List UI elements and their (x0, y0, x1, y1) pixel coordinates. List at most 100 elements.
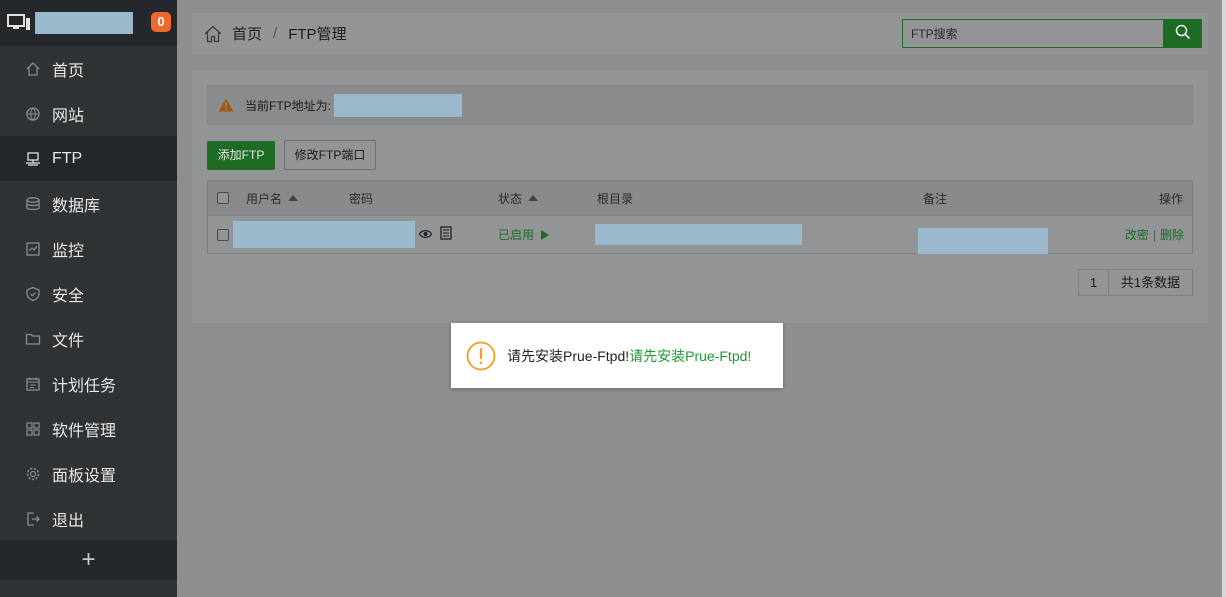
sidebar-item-logout[interactable]: 退出 (0, 496, 177, 541)
column-root-dir: 根目录 (597, 181, 633, 215)
sidebar-item-software[interactable]: 软件管理 (0, 406, 177, 451)
column-actions: 操作 (1159, 181, 1183, 215)
status-cell[interactable]: 已启用 (498, 216, 550, 253)
database-icon (24, 195, 42, 213)
gear-icon (24, 465, 42, 483)
column-remark: 备注 (923, 181, 947, 215)
window-scrollbar[interactable] (1222, 0, 1226, 597)
sidebar-item-label: 首页 (52, 62, 85, 80)
remark-masked[interactable] (918, 227, 1048, 254)
top-bar: 首页 / FTP管理 (192, 13, 1208, 54)
sidebar-item-label: 软件管理 (52, 422, 117, 440)
sidebar-menu: 首页 网站 FTP 数据库 监控 安全 文件 计划任务 软件管理 面板设置 退出 (0, 46, 177, 541)
delete-link[interactable]: 删除 (1160, 226, 1184, 243)
breadcrumb-separator: / (273, 25, 278, 42)
ftp-table: 用户名 密码 状态 根目录 备注 操作 已启用 改密 | 删除 (207, 180, 1193, 254)
sidebar-item-ftp[interactable]: FTP (0, 136, 177, 181)
table-header: 用户名 密码 状态 根目录 备注 操作 (208, 181, 1192, 216)
sidebar-item-label: 监控 (52, 242, 85, 260)
search-button[interactable] (1164, 19, 1202, 48)
column-username[interactable]: 用户名 (246, 181, 299, 215)
toast-message: 请先安装Prue-Ftpd! 请先安装Prue-Ftpd! (451, 323, 783, 388)
sidebar-add-button[interactable]: + (0, 540, 177, 580)
column-password: 密码 (349, 181, 373, 215)
action-divider: | (1152, 227, 1156, 242)
sidebar-item-label: 文件 (52, 332, 85, 350)
sidebar-header: 0 (0, 0, 177, 46)
ftp-address-label: 当前FTP地址为: (245, 98, 331, 113)
column-label: 操作 (1158, 191, 1183, 206)
sidebar-item-settings[interactable]: 面板设置 (0, 451, 177, 496)
computer-icon (7, 13, 33, 33)
column-label: 密码 (349, 191, 374, 206)
server-ip-masked (35, 12, 133, 34)
ftp-icon (24, 150, 42, 168)
sidebar-item-label: 数据库 (52, 197, 101, 215)
home-icon[interactable] (203, 24, 223, 44)
search-input[interactable] (902, 19, 1164, 48)
sidebar-item-label: 退出 (52, 512, 85, 530)
sidebar-item-home[interactable]: 首页 (0, 46, 177, 91)
sort-up-icon (528, 195, 539, 201)
calendar-icon (24, 375, 42, 393)
change-password-link[interactable]: 改密 (1125, 226, 1149, 243)
change-ftp-port-button[interactable]: 修改FTP端口 (284, 140, 376, 170)
apps-icon (24, 420, 42, 438)
toast-text: 请先安装Prue-Ftpd! (507, 347, 630, 364)
username-cell (233, 216, 415, 253)
row-select-cell (217, 216, 229, 253)
sidebar-item-files[interactable]: 文件 (0, 316, 177, 361)
total-count: 共1条数据 (1120, 275, 1181, 290)
sidebar-item-security[interactable]: 安全 (0, 271, 177, 316)
root-dir-cell (595, 216, 802, 253)
password-cell (418, 216, 452, 253)
sidebar-item-label: 安全 (52, 287, 85, 305)
monitor-icon (24, 240, 42, 258)
actions-cell: 改密 | 删除 (1125, 216, 1184, 253)
select-all-checkbox[interactable] (217, 192, 229, 204)
toast-text-highlight: 请先安装Prue-Ftpd! (629, 347, 752, 364)
home-icon (24, 60, 42, 78)
breadcrumb: 首页 / FTP管理 (192, 23, 347, 44)
status-text: 已启用 (498, 228, 535, 242)
row-checkbox[interactable] (217, 228, 229, 241)
sidebar-item-label: 网站 (52, 107, 85, 125)
logout-icon (24, 510, 42, 528)
ftp-address-masked (334, 93, 462, 117)
column-label: 状态 (498, 191, 523, 206)
folder-icon (24, 330, 42, 348)
pagination: 1 共1条数据 (1078, 269, 1193, 296)
column-label: 用户名 (246, 191, 283, 206)
sidebar-item-website[interactable]: 网站 (0, 91, 177, 136)
eye-icon[interactable] (418, 228, 433, 242)
username-masked (233, 221, 415, 248)
sort-up-icon (288, 195, 299, 201)
column-label: 根目录 (597, 191, 634, 206)
column-status[interactable]: 状态 (498, 181, 539, 215)
ftp-search (902, 19, 1202, 48)
sidebar-item-label: FTP (52, 149, 83, 167)
sidebar-item-database[interactable]: 数据库 (0, 181, 177, 226)
ftp-address-notice: 当前FTP地址为: (207, 85, 1193, 125)
sidebar-item-label: 计划任务 (52, 377, 117, 395)
notification-badge[interactable]: 0 (151, 12, 171, 32)
select-all-cell (217, 181, 229, 215)
shield-icon (24, 285, 42, 303)
sidebar-item-monitor[interactable]: 监控 (0, 226, 177, 271)
sidebar: 0 首页 网站 FTP 数据库 监控 安全 文件 计划任务 软件管理 面板设置 … (0, 0, 177, 597)
warning-icon (218, 98, 234, 112)
page-number[interactable]: 1 (1079, 270, 1109, 295)
root-dir-masked[interactable] (595, 224, 802, 245)
copy-icon[interactable] (440, 226, 452, 243)
globe-icon (24, 105, 42, 123)
main-panel: 当前FTP地址为: 添加FTP 修改FTP端口 用户名 密码 状态 根目录 备注… (192, 70, 1208, 323)
column-label: 备注 (923, 191, 948, 206)
sidebar-item-label: 面板设置 (52, 467, 117, 485)
remark-cell (918, 216, 1048, 254)
play-icon (541, 229, 550, 240)
sidebar-item-cron[interactable]: 计划任务 (0, 361, 177, 406)
table-row: 已启用 改密 | 删除 (208, 216, 1192, 254)
search-icon (1175, 24, 1191, 43)
breadcrumb-home[interactable]: 首页 (232, 23, 262, 44)
add-ftp-button[interactable]: 添加FTP (207, 141, 275, 170)
